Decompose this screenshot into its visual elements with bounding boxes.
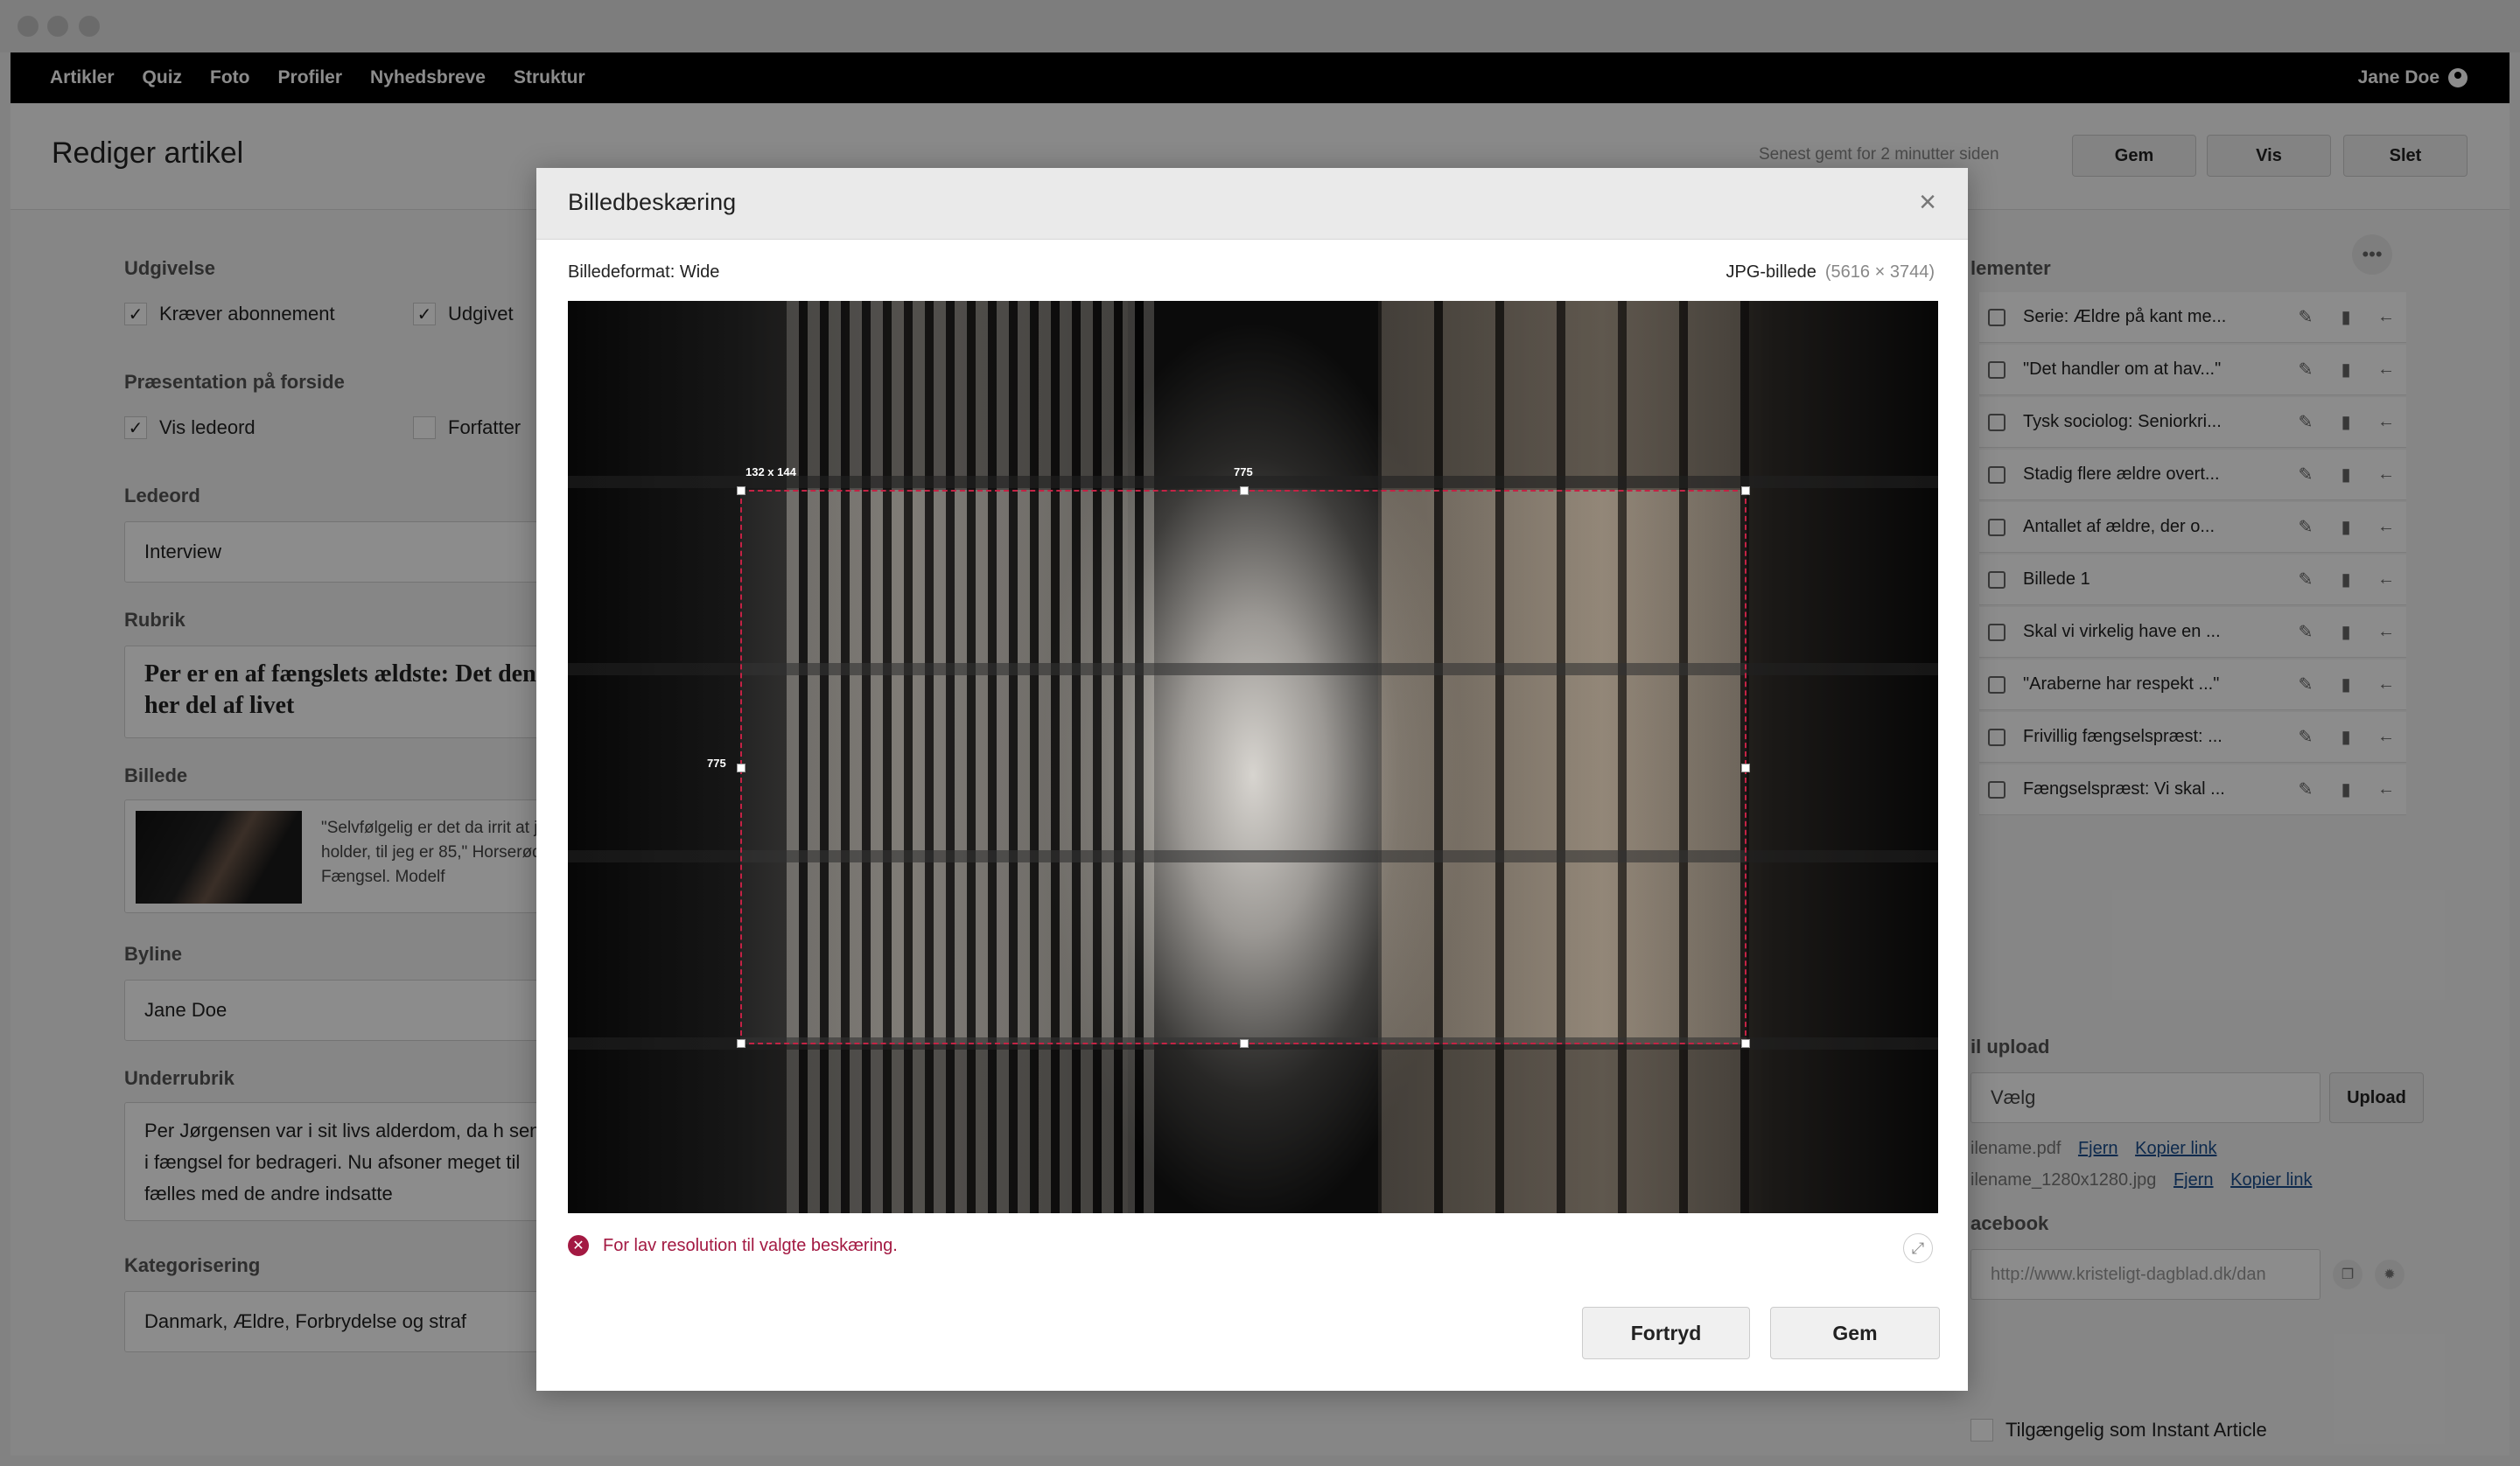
save-crop-button[interactable]: Gem	[1770, 1307, 1940, 1359]
crop-modal: Billedbeskæring × Billedeformat: Wide JP…	[536, 168, 1968, 1391]
error-message: For lav resolution til valgte beskæring.	[603, 1235, 898, 1255]
crop-handle-right[interactable]	[1741, 764, 1750, 772]
crop-width-label: 775	[1234, 465, 1253, 478]
crop-handle-bottom-right[interactable]	[1741, 1039, 1750, 1048]
crop-handle-bottom-left[interactable]	[737, 1039, 746, 1048]
image-info: JPG-billede (5616 × 3744)	[1726, 262, 1936, 283]
cancel-button[interactable]: Fortryd	[1582, 1307, 1750, 1359]
crop-handle-bottom[interactable]	[1240, 1039, 1249, 1048]
crop-position-label: 132 x 144	[746, 465, 796, 478]
crop-image-area[interactable]: 132 x 144 775 775	[568, 301, 1938, 1213]
error-icon: ✕	[568, 1235, 589, 1256]
modal-title: Billedbeskæring	[568, 189, 737, 215]
image-dimensions: (5616 × 3744)	[1824, 262, 1935, 282]
crop-handle-left[interactable]	[737, 764, 746, 772]
crop-handle-top[interactable]	[1240, 486, 1249, 495]
crop-handle-top-left[interactable]	[737, 486, 746, 495]
crop-height-label: 775	[707, 757, 726, 770]
file-type: JPG-billede	[1726, 262, 1816, 282]
crop-selection[interactable]: 132 x 144 775 775	[707, 465, 1750, 1048]
close-icon[interactable]: ×	[1919, 185, 1936, 220]
image-format: Billedeformat: Wide	[568, 262, 720, 282]
expand-icon[interactable]: ⤢	[1903, 1233, 1933, 1263]
modal-header: Billedbeskæring ×	[536, 168, 1968, 240]
crop-handle-top-right[interactable]	[1741, 486, 1750, 495]
resolution-error: ✕ For lav resolution til valgte beskærin…	[568, 1235, 898, 1256]
